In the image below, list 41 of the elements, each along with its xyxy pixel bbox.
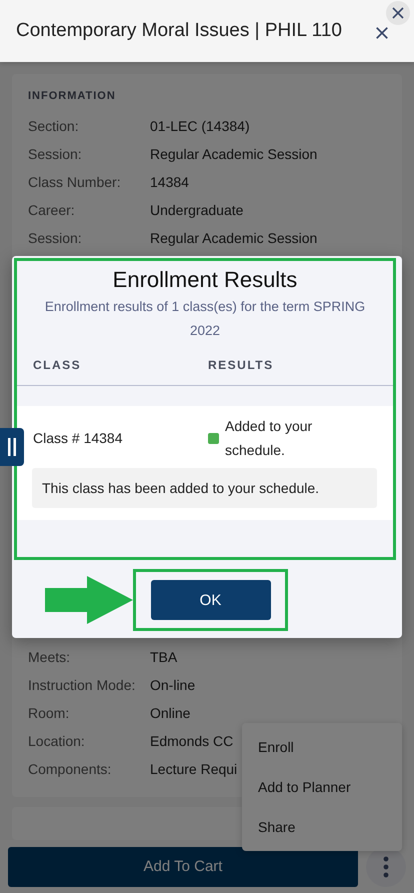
- status-message: This class has been added to your schedule.: [32, 468, 377, 508]
- field-value: Online: [150, 704, 190, 723]
- close-button[interactable]: [386, 1, 410, 25]
- field-value: Lecture Requi: [150, 760, 238, 779]
- field-label: Room:: [28, 704, 70, 723]
- field-label: Meets:: [28, 648, 72, 667]
- field-value: On-line: [150, 676, 196, 695]
- menu-item[interactable]: Enroll: [242, 727, 402, 767]
- field-value: Edmonds CC: [150, 732, 234, 751]
- dialog-title: Enrollment Results: [112, 267, 298, 293]
- status-text: Added to your schedule.: [225, 417, 314, 460]
- field-label: Session:: [28, 145, 83, 164]
- close-icon: [375, 26, 389, 40]
- field-label: Section:: [28, 117, 80, 136]
- field-value: Regular Academic Session: [150, 229, 318, 248]
- field-value: Undergraduate: [150, 201, 244, 220]
- field-label: Session:: [28, 229, 83, 248]
- field-label: Career:: [28, 201, 76, 220]
- side-tab[interactable]: [0, 428, 24, 466]
- field-value: TBA: [150, 648, 178, 667]
- class-number: Class # 14384: [32, 430, 124, 446]
- dialog-subtitle: Enrollment results of 1 class(es) for the term SPRING 2022: [44, 298, 366, 340]
- field-label: Location:: [28, 732, 86, 751]
- close-icon: [392, 7, 404, 19]
- field-value: 14384: [150, 173, 189, 192]
- ok-button[interactable]: OK: [150, 580, 270, 620]
- field-value: 01-LEC (14384): [150, 117, 250, 136]
- menu-item[interactable]: Share: [242, 807, 402, 847]
- page-title: Contemporary Moral Issues | PHIL 110: [16, 20, 342, 42]
- menu-item[interactable]: Add to Planner: [242, 767, 402, 807]
- grip-icon: [8, 438, 16, 456]
- field-label: Instruction Mode:: [28, 676, 136, 695]
- column-header: CLASS: [32, 358, 82, 372]
- column-header: RESULTS: [208, 358, 274, 372]
- section-heading: INFORMATION: [28, 90, 117, 102]
- field-label: Components:: [28, 760, 112, 779]
- add-to-cart-button[interactable]: Add To Cart: [8, 846, 358, 886]
- more-icon: [383, 856, 389, 878]
- field-label: Class Number:: [28, 173, 122, 192]
- close-button[interactable]: [375, 26, 389, 40]
- field-value: Regular Academic Session: [150, 145, 318, 164]
